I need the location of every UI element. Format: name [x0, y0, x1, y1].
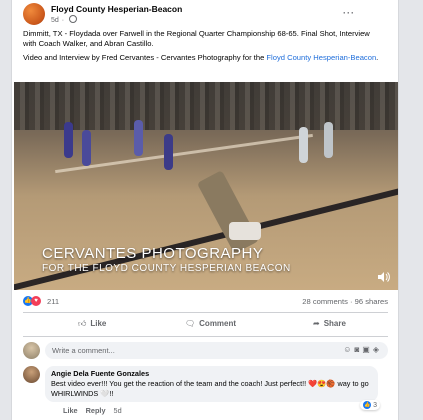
emoji-icon[interactable]: ☺: [343, 345, 354, 354]
post-stats: 👍 ♥ 211 28 comments · 96 shares: [23, 296, 388, 308]
page-avatar[interactable]: [23, 3, 45, 25]
post-text: Dimmitt, TX - Floydada over Farwell in t…: [23, 29, 370, 48]
stats-right: 28 comments · 96 shares: [302, 297, 388, 306]
globe-icon: [69, 15, 78, 23]
comment-input[interactable]: Write a comment... ☺◙▣◈: [45, 342, 388, 359]
video-player-figure: [82, 130, 91, 166]
divider: [23, 336, 388, 337]
video-player[interactable]: CERVANTES PHOTOGRAPHY FOR THE FLOYD COUN…: [14, 82, 398, 290]
post-time[interactable]: 5d: [51, 17, 59, 24]
comment-like-button[interactable]: Like: [63, 406, 78, 415]
composer-icons: ☺◙▣◈: [343, 345, 382, 354]
post-card: Floyd County Hesperian-Beacon 5d · ··· D…: [11, 0, 399, 420]
video-player-figure: [64, 122, 73, 158]
like-reaction-icon: 👍: [363, 401, 372, 409]
share-label: Share: [323, 319, 346, 328]
comment-author[interactable]: Angie Dela Fuente Gonzales: [51, 369, 149, 378]
comment-actions: Like Reply 5d: [63, 406, 122, 415]
comment-time[interactable]: 5d: [114, 406, 122, 415]
user-avatar[interactable]: [23, 342, 40, 359]
comment-text: Best video ever!!! You get the reaction …: [51, 379, 369, 398]
divider: [23, 312, 388, 313]
post-meta: 5d ·: [51, 15, 78, 24]
video-player-figure: [324, 122, 333, 158]
comment-icon: 🗨︎: [185, 319, 196, 328]
comment-reaction[interactable]: 👍 3: [360, 400, 380, 410]
commenter-avatar[interactable]: [23, 366, 40, 383]
comment-label: Comment: [199, 319, 237, 328]
comment-button[interactable]: 🗨︎ Comment: [185, 319, 236, 328]
gif-icon[interactable]: ▣: [362, 345, 373, 354]
comment-bubble: Angie Dela Fuente Gonzales Best video ev…: [45, 366, 378, 402]
reaction-icons[interactable]: 👍 ♥: [23, 296, 41, 306]
post-credit-text: Video and Interview by Fred Cervantes - …: [23, 53, 267, 62]
comment-reaction-count: 3: [373, 401, 377, 409]
post-credit-end: .: [376, 53, 379, 62]
comment-placeholder: Write a comment...: [52, 346, 115, 355]
sticker-icon[interactable]: ◈: [373, 345, 382, 354]
like-label: Like: [90, 319, 107, 328]
share-button[interactable]: ➦ Share: [313, 319, 346, 328]
video-player-figure: [164, 134, 173, 170]
video-overlay-title: CERVANTES PHOTOGRAPHY: [42, 245, 264, 262]
video-player-figure: [299, 127, 308, 163]
comment-reply-button[interactable]: Reply: [86, 406, 106, 415]
more-options-icon[interactable]: ···: [343, 8, 355, 18]
share-count[interactable]: 96 shares: [355, 297, 388, 306]
speaker-icon[interactable]: [378, 272, 390, 282]
share-icon: ➦: [313, 319, 320, 328]
post-header: Floyd County Hesperian-Beacon 5d · ···: [23, 3, 383, 25]
thumbs-up-icon: 👍︎: [78, 319, 87, 328]
court-line: [55, 133, 313, 174]
video-overlay-subtitle: FOR THE FLOYD COUNTY HESPERIAN BEACON: [42, 263, 291, 274]
comment-composer: Write a comment... ☺◙▣◈: [23, 342, 388, 359]
page-link[interactable]: Floyd County Hesperian-Beacon: [266, 53, 376, 62]
like-button[interactable]: 👍︎ Like: [78, 319, 106, 329]
love-reaction-icon: ♥: [31, 296, 41, 306]
post-credit: Video and Interview by Fred Cervantes - …: [23, 53, 383, 63]
video-player-figure: [229, 222, 261, 240]
video-player-figure: [134, 120, 143, 156]
post-actions: 👍︎ Like 🗨︎ Comment ➦ Share: [23, 317, 388, 333]
comment-count[interactable]: 28 comments: [302, 297, 348, 306]
page-name[interactable]: Floyd County Hesperian-Beacon: [51, 4, 182, 14]
reaction-count[interactable]: 211: [47, 297, 59, 306]
